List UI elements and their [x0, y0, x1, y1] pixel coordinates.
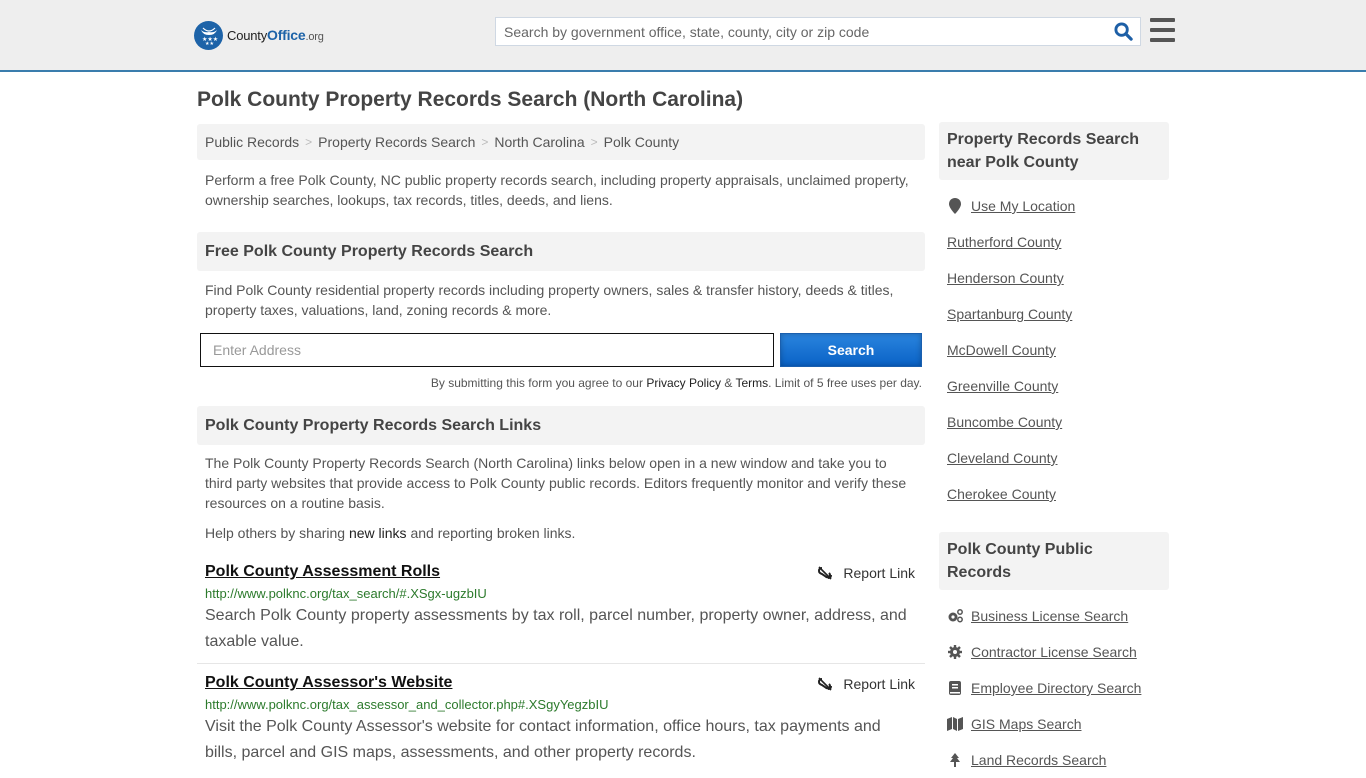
breadcrumb-public-records[interactable]: Public Records	[205, 134, 299, 150]
link-description: Search Polk County property assessments …	[205, 607, 907, 650]
nearby-county-link[interactable]: Spartanburg County	[947, 306, 1072, 322]
nearby-item: Cherokee County	[947, 476, 1161, 512]
terms-link[interactable]: Terms	[735, 376, 768, 390]
help-prefix: Help others by sharing	[205, 525, 349, 541]
privacy-policy-link[interactable]: Privacy Policy	[646, 376, 721, 390]
links-section-description: The Polk County Property Records Search …	[205, 455, 907, 511]
public-records-list: Business License Search Contractor Licen…	[939, 598, 1169, 778]
legal-notice: By submitting this form you agree to our…	[197, 376, 925, 390]
intro-text: Perform a free Polk County, NC public pr…	[205, 172, 909, 208]
eagle-logo-icon: ★★★ ★★	[194, 20, 223, 50]
gear-icon	[947, 645, 963, 659]
cogs-icon	[947, 609, 963, 623]
logo-county: County	[227, 28, 267, 43]
address-search-button[interactable]: Search	[780, 333, 922, 367]
new-links-link[interactable]: new links	[349, 525, 407, 541]
public-record-item: Business License Search	[947, 598, 1161, 634]
nearby-county-link[interactable]: Buncombe County	[947, 414, 1062, 430]
search-icon[interactable]	[1106, 18, 1140, 45]
book-icon	[947, 681, 963, 695]
link-title[interactable]: Polk County Assessment Rolls	[205, 563, 440, 581]
nearby-item: Henderson County	[947, 260, 1161, 296]
nearby-item: Cleveland County	[947, 440, 1161, 476]
public-record-link[interactable]: Land Records Search	[971, 752, 1106, 768]
report-link-button[interactable]: Report Link	[817, 676, 915, 692]
main-content: Public Records > Property Records Search…	[197, 124, 925, 766]
link-title[interactable]: Polk County Assessor's Website	[205, 674, 452, 692]
broken-link-icon	[818, 677, 833, 691]
page-title: Polk County Property Records Search (Nor…	[197, 88, 744, 111]
logo-org: .org	[305, 31, 324, 43]
breadcrumb-polk-county: Polk County	[603, 134, 680, 150]
map-marker-icon	[947, 198, 963, 214]
breadcrumb-separator: >	[305, 135, 313, 149]
report-link-button[interactable]: Report Link	[817, 565, 915, 581]
logo-office: Office	[267, 27, 306, 43]
logo-text: CountyOffice.org	[227, 27, 324, 43]
nearby-item: McDowell County	[947, 332, 1161, 368]
public-record-item: Contractor License Search	[947, 634, 1161, 670]
help-suffix: and reporting broken links.	[406, 525, 576, 541]
use-my-location-link[interactable]: Use My Location	[971, 198, 1075, 214]
breadcrumb-north-carolina[interactable]: North Carolina	[494, 134, 584, 150]
legal-suffix: . Limit of 5 free uses per day.	[768, 376, 922, 390]
top-header: ★★★ ★★ CountyOffice.org	[0, 0, 1366, 72]
svg-text:★★: ★★	[205, 41, 214, 46]
report-link-label: Report Link	[843, 565, 915, 581]
link-url: http://www.polknc.org/tax_assessor_and_c…	[205, 697, 609, 712]
address-input[interactable]	[200, 333, 774, 367]
nearby-item: Rutherford County	[947, 224, 1161, 260]
nearby-county-link[interactable]: McDowell County	[947, 342, 1056, 358]
site-logo[interactable]: ★★★ ★★ CountyOffice.org	[194, 20, 324, 50]
links-section-heading: Polk County Property Records Search Link…	[197, 406, 925, 445]
public-record-item: GIS Maps Search	[947, 706, 1161, 742]
menu-icon[interactable]	[1150, 18, 1175, 42]
tree-icon	[947, 753, 963, 767]
menu-bar	[1150, 18, 1175, 22]
public-record-item: Land Records Search	[947, 742, 1161, 778]
public-record-link[interactable]: Contractor License Search	[971, 644, 1137, 660]
address-search-form: Search	[197, 333, 925, 367]
legal-prefix: By submitting this form you agree to our	[430, 376, 647, 390]
nearby-item: Buncombe County	[947, 404, 1161, 440]
free-search-description: Find Polk County residential property re…	[205, 282, 894, 318]
public-record-link[interactable]: Business License Search	[971, 608, 1128, 624]
nearby-county-link[interactable]: Henderson County	[947, 270, 1064, 286]
link-description: Visit the Polk County Assessor's website…	[205, 718, 881, 761]
public-records-heading: Polk County Public Records	[939, 532, 1169, 590]
link-url: http://www.polknc.org/tax_search/#.XSgx-…	[205, 586, 487, 601]
site-search-input[interactable]	[496, 18, 1106, 45]
free-search-heading: Free Polk County Property Records Search	[197, 232, 925, 271]
nearby-county-link[interactable]: Greenville County	[947, 378, 1058, 394]
map-icon	[947, 717, 963, 731]
legal-amp: &	[721, 376, 736, 390]
breadcrumb-separator: >	[590, 135, 598, 149]
nearby-county-link[interactable]: Rutherford County	[947, 234, 1061, 250]
nearby-list: Use My Location Rutherford County Hender…	[939, 188, 1169, 512]
menu-bar	[1150, 28, 1175, 32]
breadcrumb-separator: >	[481, 135, 489, 149]
link-item: Polk County Assessor's Website Report Li…	[197, 674, 925, 766]
nearby-item: Greenville County	[947, 368, 1161, 404]
sidebar: Property Records Search near Polk County…	[939, 122, 1169, 778]
nearby-county-link[interactable]: Cherokee County	[947, 486, 1056, 502]
link-item: Polk County Assessment Rolls Report Link…	[197, 563, 925, 664]
menu-bar	[1150, 38, 1175, 42]
report-link-label: Report Link	[843, 676, 915, 692]
breadcrumb-property-records-search[interactable]: Property Records Search	[318, 134, 475, 150]
help-text: Help others by sharing new links and rep…	[197, 523, 925, 543]
broken-link-icon	[818, 566, 833, 580]
nearby-county-link[interactable]: Cleveland County	[947, 450, 1058, 466]
nearby-heading: Property Records Search near Polk County	[939, 122, 1169, 180]
breadcrumb: Public Records > Property Records Search…	[197, 124, 925, 160]
public-record-link[interactable]: GIS Maps Search	[971, 716, 1082, 732]
public-record-link[interactable]: Employee Directory Search	[971, 680, 1141, 696]
public-record-item: Employee Directory Search	[947, 670, 1161, 706]
site-search	[495, 17, 1141, 46]
nearby-item: Spartanburg County	[947, 296, 1161, 332]
use-location-item: Use My Location	[947, 188, 1161, 224]
